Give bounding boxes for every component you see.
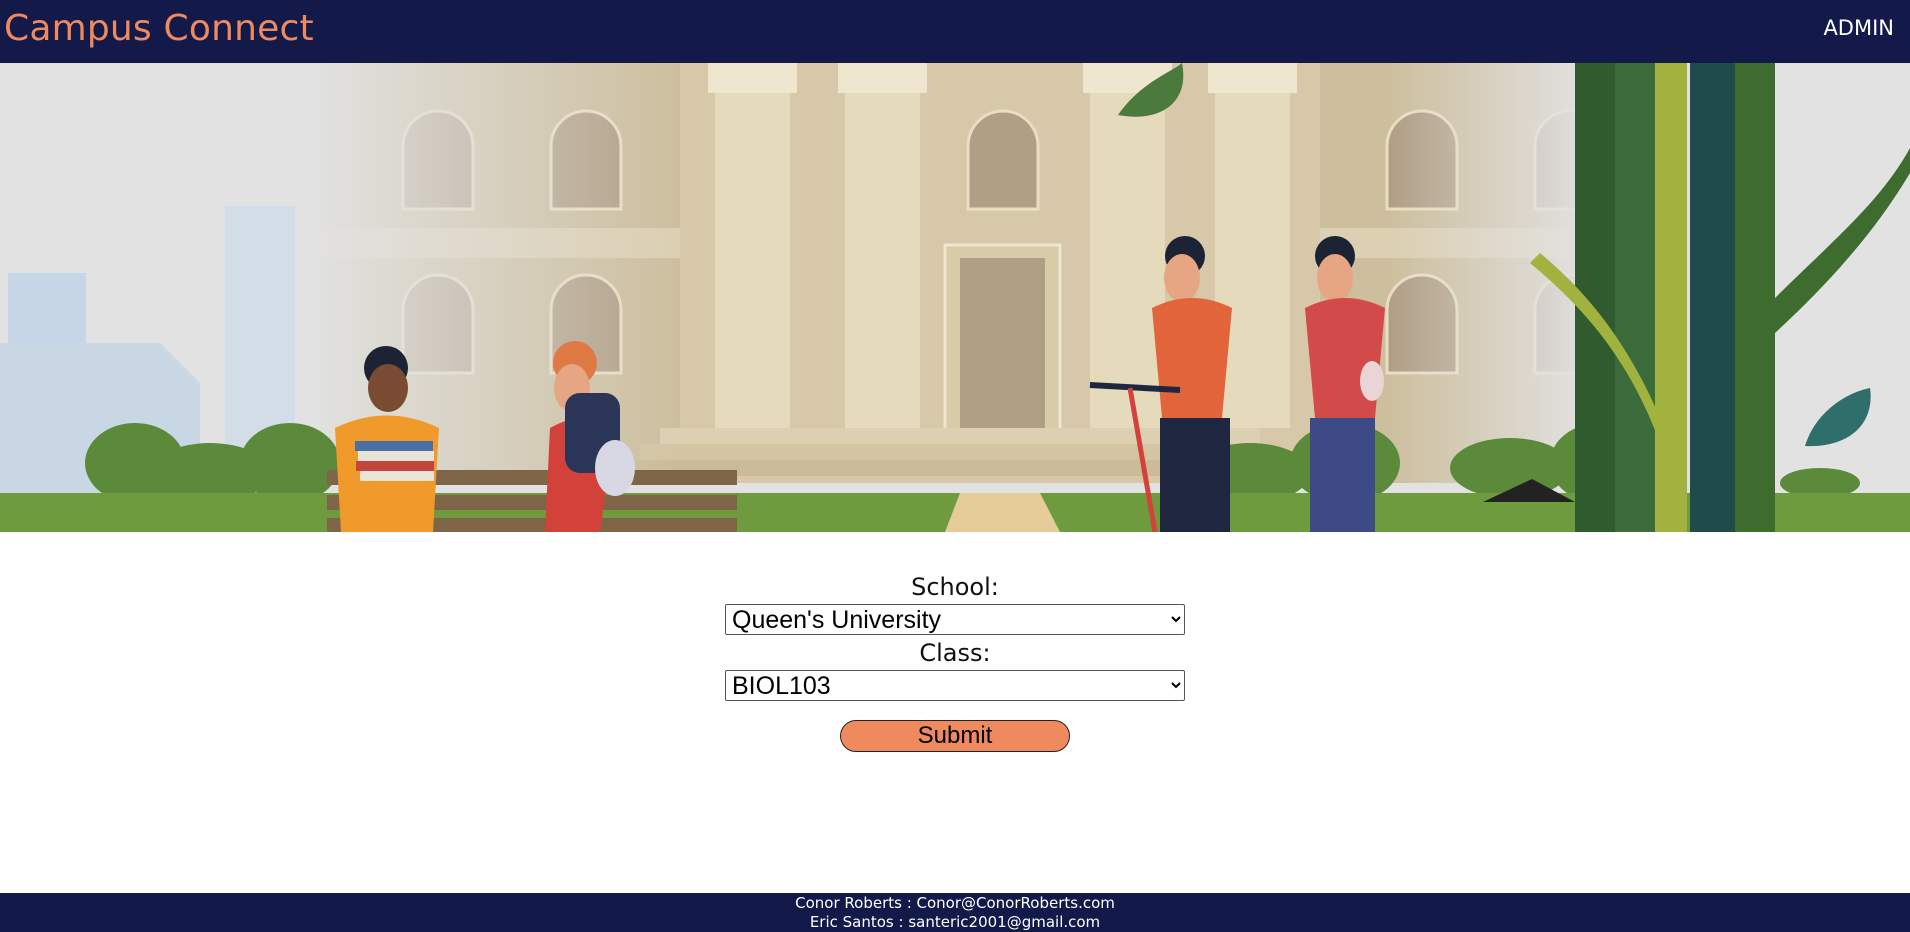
- top-navbar: Campus Connect ADMIN: [0, 0, 1910, 63]
- footer: Conor Roberts : Conor@ConorRoberts.com E…: [0, 893, 1910, 932]
- admin-link[interactable]: ADMIN: [1823, 16, 1894, 40]
- school-label: School:: [911, 573, 999, 601]
- class-label: Class:: [919, 639, 991, 667]
- brand-logo-link[interactable]: Campus Connect: [4, 8, 314, 49]
- submit-button[interactable]: Submit: [840, 720, 1070, 752]
- school-select[interactable]: Queen's University: [725, 604, 1185, 635]
- course-select-form: School: Queen's University Class: BIOL10…: [0, 570, 1910, 752]
- hero-campus-illustration: [0, 63, 1910, 532]
- class-select[interactable]: BIOL103: [725, 670, 1185, 701]
- footer-contact-eric[interactable]: Eric Santos : santeric2001@gmail.com: [810, 913, 1100, 931]
- footer-contact-conor[interactable]: Conor Roberts : Conor@ConorRoberts.com: [795, 894, 1115, 912]
